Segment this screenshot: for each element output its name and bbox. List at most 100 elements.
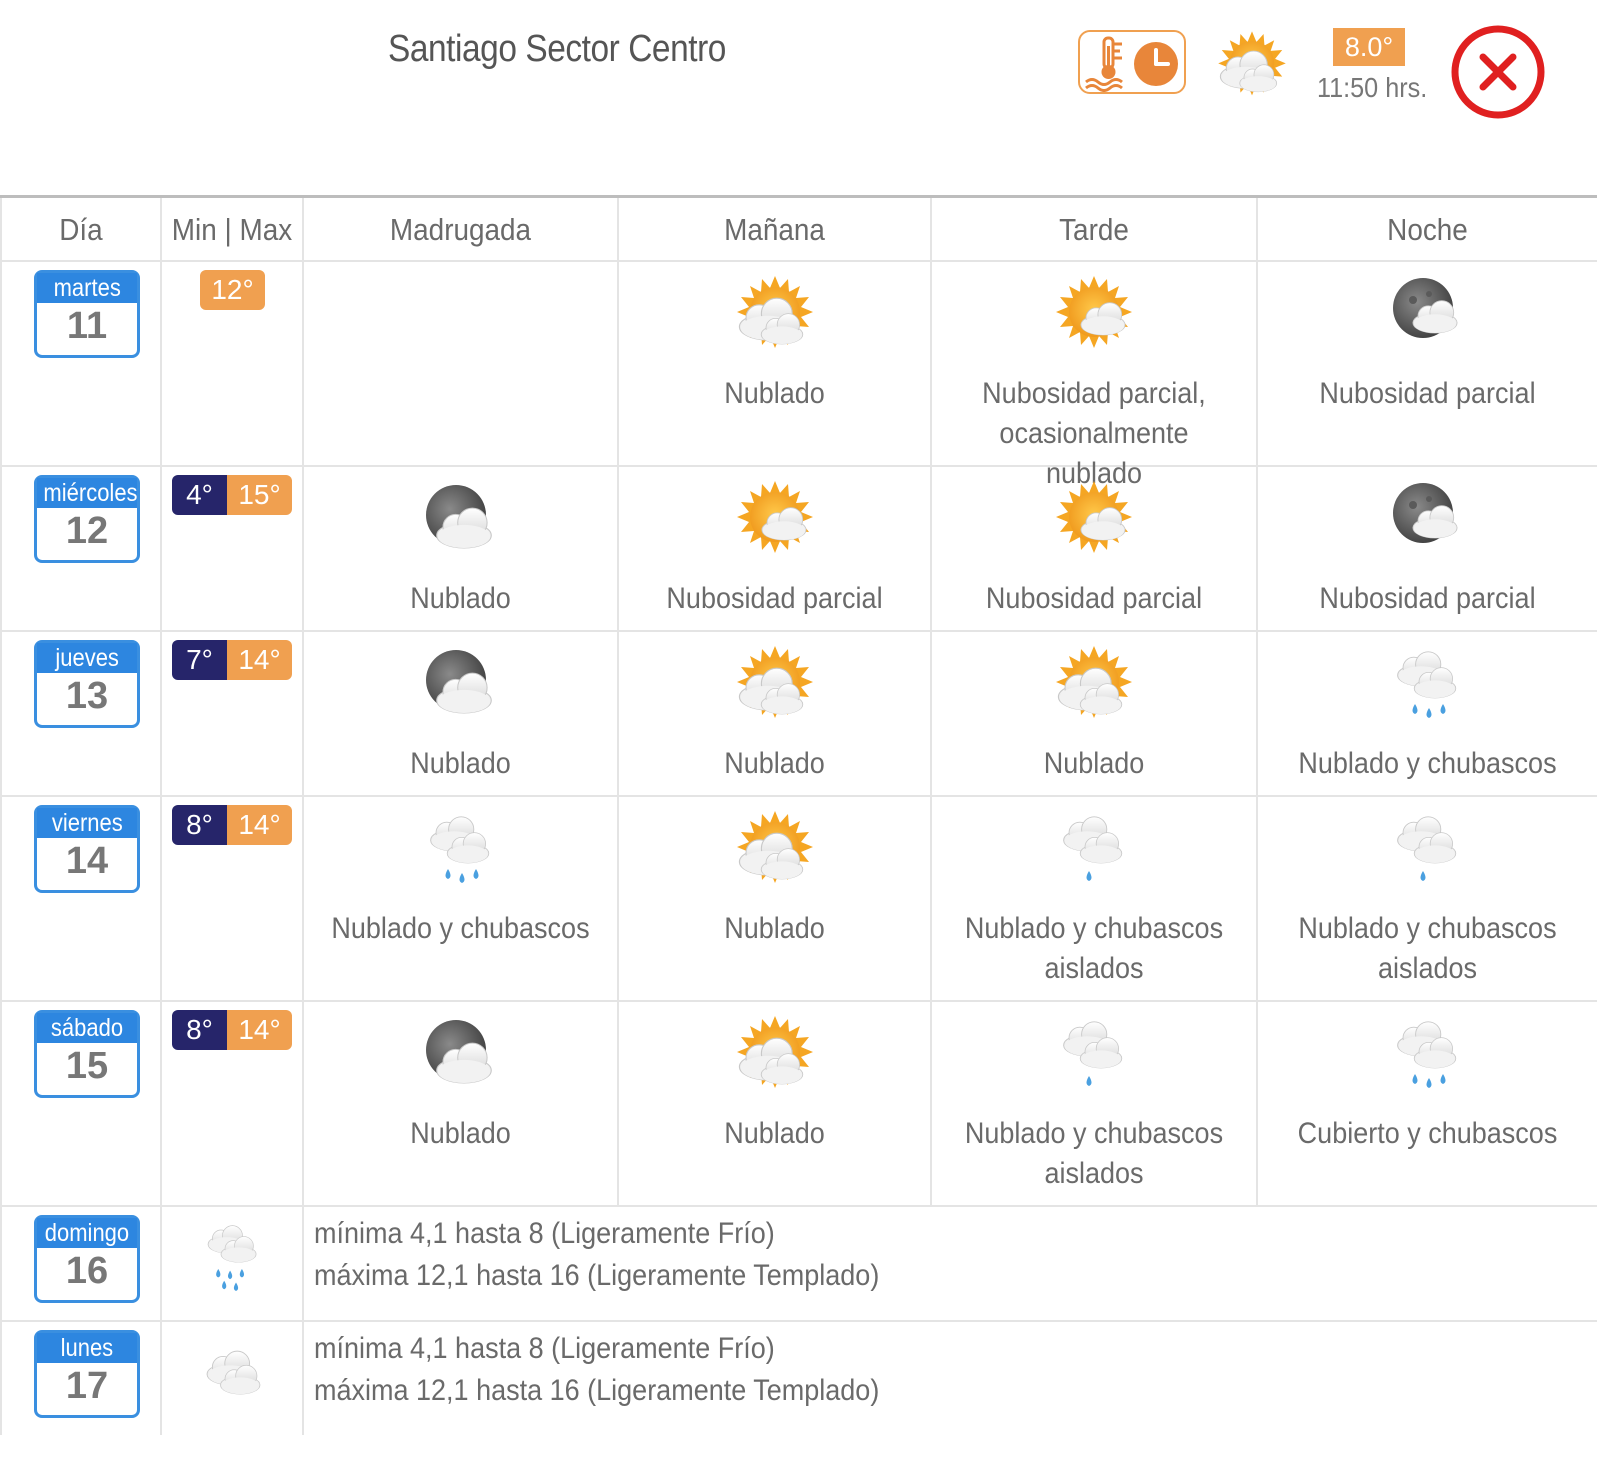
calendar-weekday: viernes (37, 808, 137, 838)
slot-description: Nublado (1043, 747, 1145, 780)
sun-cloud-icon (1212, 26, 1292, 106)
table-row: lunes 17 mínima 4,1 hasta 8 (Ligeramente F… (0, 1320, 1597, 1435)
slot-description: Nublado (410, 747, 511, 780)
min-temp-badge: 7° (172, 640, 227, 680)
calendar-day-number: 11 (66, 305, 108, 347)
calendar-badge: domingo 16 (34, 1215, 140, 1303)
rain-cloud-icon (416, 805, 506, 895)
column-header-manana: Mañana (724, 212, 825, 247)
current-temperature: 8.0° (1333, 28, 1405, 66)
thermometer-clock-icon (1085, 36, 1178, 92)
summary-min-line: mínima 4,1 hasta 8 (Ligeramente Frío) (314, 1332, 775, 1365)
sun-small-cloud-icon (1049, 475, 1139, 565)
minmax-cell: 4° 15° (162, 465, 304, 630)
header: Santiago Sector Centro 8.0° 11:50 hrs. (0, 0, 1597, 198)
slot-cell-tarde: Nublado y chubascos aislados (932, 795, 1258, 1000)
table-row: miércoles 12 4° 15° Nublado Nubosidad parcial… (0, 465, 1597, 632)
close-button[interactable] (1450, 24, 1546, 120)
minmax-cell: 12° (162, 260, 304, 465)
max-temp-badge: 14° (227, 640, 292, 680)
column-header-tarde: Tarde (1059, 212, 1129, 247)
slot-cell-tarde: Nubosidad parcial, ocasionalmente nublado (932, 260, 1258, 490)
heavy-rain-cloud-icon (198, 1213, 274, 1303)
slot-cell-tarde: Nublado y chubascos aislados (932, 1000, 1258, 1205)
slot-cell-manana: Nublado (619, 260, 932, 465)
slot-cell-madrugada (304, 260, 619, 465)
slot-description: Nublado (724, 1117, 825, 1150)
slot-description: Nublado (724, 377, 825, 410)
moon-cloud-icon (1383, 475, 1473, 565)
slot-cell-manana: Nublado (619, 1000, 932, 1205)
calendar-badge: jueves 13 (34, 640, 140, 728)
slot-description: Nubosidad parcial (1319, 377, 1536, 410)
slot-description: Nubosidad parcial (666, 582, 883, 615)
slot-description: Nublado (410, 582, 511, 615)
summary-max-line: máxima 12,1 hasta 16 (Ligeramente Templa… (314, 1259, 880, 1292)
sun-cloud-icon (1049, 640, 1139, 730)
slot-cell-manana: Nubosidad parcial (619, 465, 932, 630)
day-cell: sábado 15 (0, 1000, 162, 1205)
minmax-cell: 8° 14° (162, 1000, 304, 1205)
temperature-history-button[interactable] (1078, 30, 1186, 94)
minmax-cell: 8° 14° (162, 795, 304, 1000)
slot-cell-manana: Nublado (619, 795, 932, 1000)
table-header-row: Día Min | Max Madrugada Mañana Tarde Noc… (0, 198, 1597, 262)
slot-cell-noche: Cubierto y chubascos (1258, 1000, 1597, 1205)
calendar-badge: viernes 14 (34, 805, 140, 893)
slot-cell-manana: Nublado (619, 630, 932, 795)
slot-description: Nubosidad parcial (985, 582, 1203, 615)
slot-cell-madrugada: Nublado (304, 630, 619, 795)
day-cell: lunes 17 (0, 1320, 162, 1435)
rain-cloud-icon (1383, 1010, 1473, 1100)
sun-cloud-icon (730, 805, 820, 895)
column-header-noche: Noche (1387, 212, 1468, 247)
summary-max-line: máxima 12,1 hasta 16 (Ligeramente Templa… (314, 1374, 880, 1407)
slot-cell-madrugada: Nublado (304, 1000, 619, 1205)
summary-cell: mínima 4,1 hasta 8 (Ligeramente Frío) máx… (304, 1205, 1597, 1320)
weekday-label: viernes (51, 809, 123, 837)
weekday-label: martes (53, 274, 121, 302)
slot-cell-tarde: Nublado (932, 630, 1258, 795)
calendar-day-number: 15 (65, 1045, 109, 1087)
table-row: martes 11 12° Nublado Nubosidad parcial, ocas… (0, 260, 1597, 490)
slot-description: Nublado (724, 912, 825, 945)
calendar-weekday: martes (37, 273, 137, 303)
slot-cell-noche: Nublado y chubascos aislados (1258, 795, 1597, 1000)
rain-cloud-light-icon (1049, 805, 1139, 895)
moon-cloud-big-icon (416, 640, 506, 730)
slot-cell-tarde: Nubosidad parcial (932, 465, 1258, 630)
sun-cloud-icon (730, 270, 820, 360)
max-temp-badge: 14° (227, 805, 292, 845)
calendar-day-number: 14 (65, 840, 109, 882)
slot-cell-madrugada: Nublado y chubascos (304, 795, 619, 1000)
current-time: 11:50 hrs. (1317, 72, 1428, 103)
day-cell: jueves 13 (0, 630, 162, 795)
minmax-cell: 7° 14° (162, 630, 304, 795)
table-row: viernes 14 8° 14° Nublado y chubascos Nublado… (0, 795, 1597, 1002)
slot-description: Nublado y chubascos aislados (1298, 912, 1557, 985)
moon-cloud-big-icon (416, 475, 506, 565)
rain-cloud-icon (1383, 640, 1473, 730)
slot-description: Nublado (410, 1117, 511, 1150)
calendar-badge: lunes 17 (34, 1330, 140, 1418)
calendar-day-number: 16 (65, 1250, 109, 1292)
calendar-weekday: jueves (37, 643, 137, 673)
slot-description: Nublado y chubascos (331, 912, 590, 945)
sun-small-cloud-icon (730, 475, 820, 565)
calendar-day-number: 17 (65, 1365, 109, 1407)
calendar-badge: martes 11 (34, 270, 140, 358)
min-temp-badge: 8° (172, 805, 227, 845)
min-temp-badge: 8° (172, 1010, 227, 1050)
cloud-icon (198, 1328, 274, 1418)
calendar-weekday: miércoles (37, 478, 138, 508)
weekday-label: miércoles (43, 479, 138, 507)
slot-description: Nublado y chubascos aislados (964, 912, 1224, 985)
sun-cloud-icon (730, 1010, 820, 1100)
table-row: jueves 13 7° 14° Nublado Nublado Nublado Nublad… (0, 630, 1597, 797)
column-header-madrugada: Madrugada (389, 212, 532, 247)
sun-cloud-icon (730, 640, 820, 730)
rain-cloud-light-icon (1049, 1010, 1139, 1100)
forecast-icon-cell (162, 1320, 304, 1435)
slot-description: Cubierto y chubascos (1297, 1117, 1558, 1150)
moon-cloud-big-icon (416, 1010, 506, 1100)
